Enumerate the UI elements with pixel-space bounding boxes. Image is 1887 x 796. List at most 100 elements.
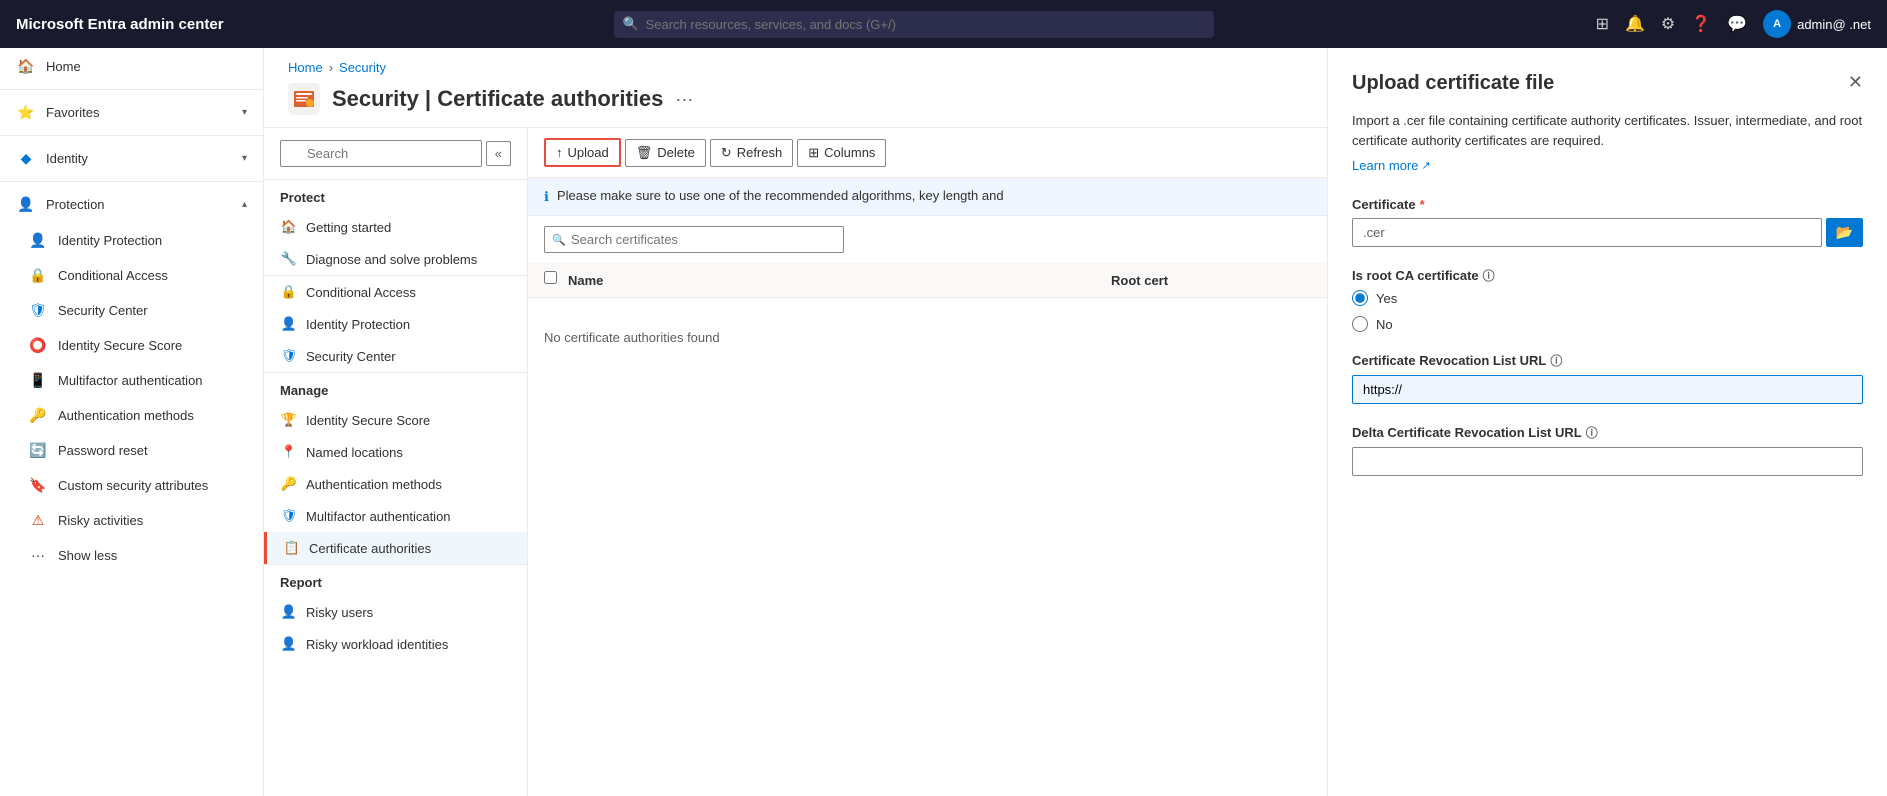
- sidebar-favorites-label: Favorites: [46, 105, 232, 120]
- required-indicator: *: [1420, 197, 1425, 212]
- select-all-checkbox-wrap: [544, 271, 568, 289]
- is-root-ca-field: Is root CA certificate ⓘ Yes No: [1352, 267, 1863, 332]
- nav-identity-secure-score-icon: 🏆: [280, 412, 298, 428]
- custom-security-icon: 🔖: [28, 477, 48, 494]
- collapse-nav-button[interactable]: «: [486, 141, 511, 166]
- sidebar-sub-label-9: Risky activities: [58, 513, 143, 528]
- sidebar-home-label: Home: [46, 59, 247, 74]
- search-certs-input[interactable]: [544, 226, 844, 253]
- crl-input[interactable]: [1352, 375, 1863, 404]
- learn-more-link[interactable]: Learn more ↗: [1352, 158, 1863, 173]
- cert-authorities-icon: [288, 83, 320, 115]
- left-nav-risky-users[interactable]: 👤 Risky users: [264, 596, 527, 628]
- col-root-header: Root cert: [1111, 273, 1311, 288]
- sidebar-item-conditional-access[interactable]: 🔒 Conditional Access: [0, 258, 263, 293]
- nav-risky-users-icon: 👤: [280, 604, 298, 620]
- delete-button[interactable]: 🗑 Delete: [625, 139, 706, 167]
- sidebar-item-home[interactable]: 🏠 Home: [0, 48, 263, 85]
- conditional-access-icon: 🔒: [28, 267, 48, 284]
- sidebar-item-identity[interactable]: ◆ Identity ▾: [0, 140, 263, 177]
- sidebar-item-identity-protection[interactable]: 👤 Identity Protection: [0, 223, 263, 258]
- bell-icon[interactable]: 🔔: [1625, 14, 1645, 34]
- left-nav-conditional-access[interactable]: 🔒 Conditional Access: [264, 276, 527, 308]
- sidebar-sub-label-5: Multifactor authentication: [58, 373, 203, 388]
- sidebar-divider-1: [0, 89, 263, 90]
- password-reset-icon: 🔄: [28, 442, 48, 459]
- left-nav-risky-workload[interactable]: 👤 Risky workload identities: [264, 628, 527, 660]
- global-search-input[interactable]: [614, 11, 1214, 38]
- sidebar-sub-label-8: Custom security attributes: [58, 478, 208, 493]
- sidebar-item-protection[interactable]: 👤 Protection ▴: [0, 186, 263, 223]
- sidebar-sub-label-2: Conditional Access: [58, 268, 168, 283]
- brand-title: Microsoft Entra admin center: [16, 16, 224, 33]
- side-panel: Upload certificate file ✕ Import a .cer …: [1327, 48, 1887, 796]
- left-nav-mfa-label: Multifactor authentication: [306, 509, 451, 524]
- sidebar-item-risky-activities[interactable]: ⚠ Risky activities: [0, 503, 263, 538]
- side-panel-close-button[interactable]: ✕: [1848, 72, 1863, 93]
- sidebar-sub-label-4: Identity Secure Score: [58, 338, 182, 353]
- select-all-checkbox[interactable]: [544, 271, 557, 284]
- left-nav-named-locations[interactable]: 📍 Named locations: [264, 436, 527, 468]
- cert-table: Name Root cert No certificate authoritie…: [528, 263, 1327, 796]
- nav-auth-methods-icon: 🔑: [280, 476, 298, 492]
- sidebar-item-auth-methods[interactable]: 🔑 Authentication methods: [0, 398, 263, 433]
- left-nav-mfa[interactable]: 🛡 Multifactor authentication: [264, 500, 527, 532]
- left-nav-risky-users-label: Risky users: [306, 605, 373, 620]
- radio-no[interactable]: No: [1352, 316, 1863, 332]
- left-nav-security-center[interactable]: 🛡 Security Center: [264, 340, 527, 372]
- report-section-label: Report: [264, 564, 527, 596]
- breadcrumb-home[interactable]: Home: [288, 60, 323, 75]
- left-nav-identity-secure-score[interactable]: 🏆 Identity Secure Score: [264, 404, 527, 436]
- cert-input[interactable]: [1352, 218, 1822, 247]
- help-icon[interactable]: ❓: [1691, 14, 1711, 34]
- refresh-button-label: Refresh: [737, 145, 783, 160]
- sidebar-item-show-less[interactable]: ··· Show less: [0, 538, 263, 572]
- global-search-icon: 🔍: [623, 16, 639, 32]
- cert-field-label: Certificate *: [1352, 197, 1863, 212]
- delta-crl-input[interactable]: [1352, 447, 1863, 476]
- certificate-field: Certificate * 📂: [1352, 197, 1863, 247]
- left-nav-identity-protection[interactable]: 👤 Identity Protection: [264, 308, 527, 340]
- left-nav-getting-started[interactable]: 🏠 Getting started: [264, 211, 527, 243]
- upload-button[interactable]: ↑ Upload: [544, 138, 621, 167]
- cert-browse-button[interactable]: 📂: [1826, 218, 1863, 247]
- sidebar-item-security-center[interactable]: 🛡 Security Center: [0, 293, 263, 328]
- columns-button[interactable]: ⊞ Columns: [797, 139, 886, 167]
- left-nav-diagnose[interactable]: 🔧 Diagnose and solve problems: [264, 243, 527, 275]
- sidebar-item-custom-security[interactable]: 🔖 Custom security attributes: [0, 468, 263, 503]
- is-root-info-icon: ⓘ: [1483, 267, 1495, 284]
- search-certs-wrap: 🔍: [528, 216, 1327, 263]
- page-title: Security | Certificate authorities: [332, 86, 663, 112]
- feedback-icon[interactable]: 💬: [1727, 14, 1747, 34]
- breadcrumb-separator: ›: [329, 60, 333, 75]
- sidebar-item-favorites[interactable]: ⭐ Favorites ▾: [0, 94, 263, 131]
- chevron-up-icon: ▴: [242, 199, 247, 210]
- more-options-icon[interactable]: ···: [675, 89, 693, 110]
- gear-icon[interactable]: ⚙: [1661, 14, 1675, 34]
- sidebar-item-password-reset[interactable]: 🔄 Password reset: [0, 433, 263, 468]
- left-nav-security-center-label: Security Center: [306, 349, 396, 364]
- radio-yes-input[interactable]: [1352, 290, 1368, 306]
- identity-icon: ◆: [16, 150, 36, 167]
- auth-methods-icon: 🔑: [28, 407, 48, 424]
- is-root-ca-label: Is root CA certificate ⓘ: [1352, 267, 1863, 284]
- left-nav-auth-methods[interactable]: 🔑 Authentication methods: [264, 468, 527, 500]
- nav-mfa-icon: 🛡: [280, 508, 298, 524]
- radio-no-input[interactable]: [1352, 316, 1368, 332]
- crl-label: Certificate Revocation List URL ⓘ: [1352, 352, 1863, 369]
- sidebar-item-mfa[interactable]: 📱 Multifactor authentication: [0, 363, 263, 398]
- left-nav-cert-authorities[interactable]: 📋 Certificate authorities: [264, 532, 527, 564]
- radio-yes[interactable]: Yes: [1352, 290, 1863, 306]
- user-account[interactable]: A admin@ .net: [1763, 10, 1871, 38]
- refresh-button[interactable]: ↻ Refresh: [710, 139, 793, 167]
- side-panel-title: Upload certificate file: [1352, 72, 1554, 95]
- protection-icon: 👤: [16, 196, 36, 213]
- left-nav-search-input[interactable]: [280, 140, 482, 167]
- grid-icon[interactable]: ⊞: [1596, 14, 1609, 34]
- left-nav-identity-secure-score-label: Identity Secure Score: [306, 413, 430, 428]
- sidebar-item-identity-secure-score[interactable]: ⭕ Identity Secure Score: [0, 328, 263, 363]
- sidebar-sub-label-3: Security Center: [58, 303, 148, 318]
- left-nav: 🔍 « Protect 🏠 Getting started 🔧 Dia: [264, 128, 528, 796]
- breadcrumb-security[interactable]: Security: [339, 60, 386, 75]
- identity-secure-score-icon: ⭕: [28, 337, 48, 354]
